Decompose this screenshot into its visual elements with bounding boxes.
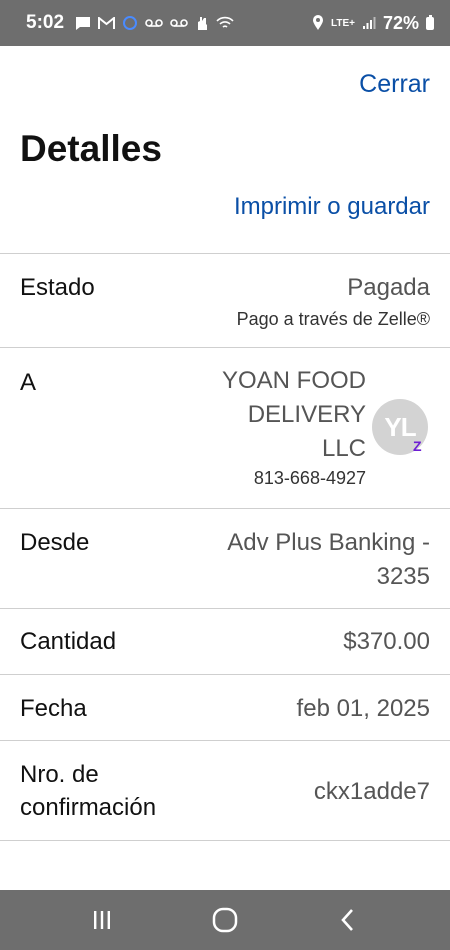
- divider: [0, 840, 450, 841]
- location-icon: [312, 15, 324, 31]
- divider: [0, 347, 450, 348]
- recent-apps-button[interactable]: [72, 890, 132, 950]
- home-icon: [212, 907, 238, 933]
- date-value: feb 01, 2025: [296, 695, 430, 722]
- recipient-name-line: DELIVERY: [247, 401, 366, 428]
- recipient-label: A: [20, 369, 37, 396]
- zelle-badge-icon: Z: [413, 438, 422, 454]
- divider: [0, 508, 450, 509]
- sync-icon: [122, 15, 138, 31]
- back-icon: [341, 909, 354, 931]
- status-bar: 5:02 LTE+ 72%: [0, 0, 450, 46]
- message-icon: [75, 16, 91, 31]
- close-button[interactable]: Cerrar: [359, 70, 430, 99]
- wifi-calling-icon: [216, 16, 234, 30]
- navigation-bar: [0, 890, 450, 950]
- confirmation-label-line: confirmación: [20, 794, 157, 821]
- from-account-line: Adv Plus Banking -: [227, 529, 430, 556]
- status-label: Estado: [20, 274, 95, 301]
- network-type: LTE+: [330, 17, 355, 29]
- voicemail-icon: [170, 18, 188, 28]
- recipient-name-line: YOAN FOOD: [221, 367, 366, 394]
- divider: [0, 253, 450, 254]
- divider: [0, 740, 450, 741]
- confirmation-value: ckx1adde7: [313, 778, 430, 805]
- battery-icon: [426, 14, 434, 30]
- print-or-save-button[interactable]: Imprimir o guardar: [234, 193, 430, 221]
- recipient-name: YOAN FOOD DELIVERY LLC: [146, 364, 366, 466]
- home-button[interactable]: [195, 890, 255, 950]
- status-bar-right: LTE+ 72%: [312, 13, 434, 34]
- recipient-phone: 813-668-4927: [253, 468, 366, 488]
- divider: [0, 674, 450, 675]
- from-label: Desde: [20, 529, 90, 556]
- hand-icon: [195, 15, 209, 31]
- from-account-line: 3235: [376, 563, 430, 590]
- divider: [0, 608, 450, 609]
- recipient-name-line: LLC: [321, 435, 366, 462]
- voicemail-icon: [145, 18, 163, 28]
- status-time: 5:02: [26, 12, 65, 33]
- status-bar-left: 5:02: [26, 12, 234, 34]
- signal-icon: [362, 16, 376, 30]
- page-title: Detalles: [20, 128, 162, 169]
- confirmation-label-line: Nro. de: [20, 761, 99, 788]
- gmail-icon: [98, 16, 116, 30]
- amount-value: $370.00: [343, 628, 430, 655]
- status-value: Pagada: [347, 274, 430, 301]
- amount-label: Cantidad: [20, 628, 117, 655]
- back-button[interactable]: [318, 890, 378, 950]
- recent-apps-icon: [93, 911, 110, 929]
- battery-percent: 72%: [382, 12, 419, 33]
- date-label: Fecha: [20, 695, 87, 722]
- payment-method-note: Pago a través de Zelle®: [236, 309, 430, 329]
